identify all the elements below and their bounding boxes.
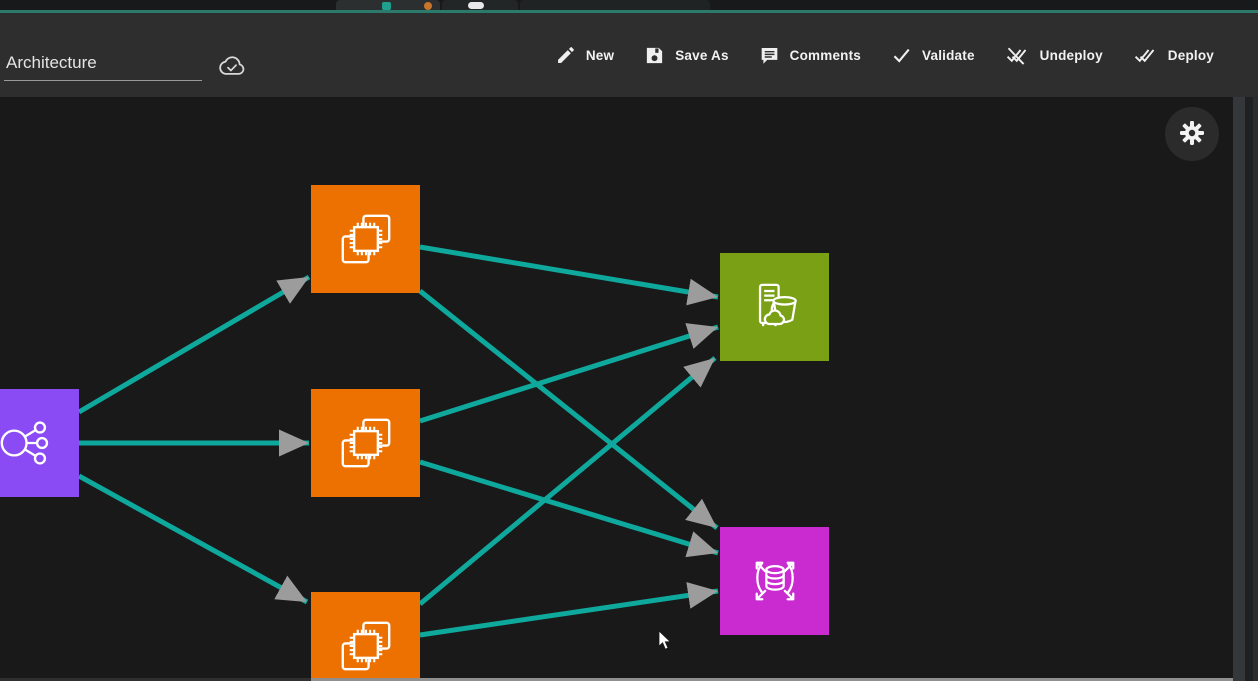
node-compute-1[interactable] (311, 185, 420, 293)
pencil-icon (555, 45, 576, 66)
edge-compute-1-storage[interactable] (420, 247, 718, 297)
save-as-button-label: Save As (675, 48, 728, 63)
browser-tab-strip (0, 0, 1258, 10)
compute-chip-icon (333, 613, 399, 678)
double-check-slash-icon (1005, 45, 1030, 66)
node-load-balancer[interactable] (0, 389, 79, 497)
diagram-title-input[interactable] (4, 51, 202, 81)
comments-button[interactable]: Comments (757, 39, 863, 72)
check-icon (891, 45, 912, 66)
compute-chip-icon (333, 410, 399, 476)
database-scale-icon (742, 548, 808, 614)
storage-bucket-icon (742, 274, 808, 340)
tab-icon (468, 2, 484, 9)
gear-icon (1179, 120, 1205, 149)
node-compute-2[interactable] (311, 389, 420, 497)
app-window: New Save As (0, 0, 1258, 681)
deploy-button-label: Deploy (1168, 48, 1214, 63)
node-database[interactable] (720, 527, 829, 635)
double-check-icon (1133, 45, 1158, 66)
validate-button[interactable]: Validate (889, 39, 977, 72)
deploy-button[interactable]: Deploy (1131, 39, 1216, 72)
app-favicon (382, 2, 391, 10)
browser-tab[interactable] (336, 0, 440, 10)
edges-layer (0, 97, 1233, 678)
comments-button-label: Comments (790, 48, 861, 63)
comment-icon (759, 45, 780, 66)
edge-compute-2-database[interactable] (420, 462, 718, 553)
save-icon (644, 45, 665, 66)
load-balancer-icon (0, 410, 58, 476)
edge-compute-3-storage[interactable] (420, 358, 715, 604)
node-compute-3[interactable] (311, 592, 420, 678)
edge-compute-3-database[interactable] (420, 591, 718, 635)
cloud-check-icon (216, 53, 247, 79)
node-storage[interactable] (720, 253, 829, 361)
undeploy-button[interactable]: Undeploy (1003, 39, 1105, 72)
compute-chip-icon (333, 206, 399, 272)
toolbar-actions: New Save As (553, 13, 1216, 97)
title-area (4, 51, 247, 81)
edge-load-balancer-compute-1[interactable] (79, 277, 309, 412)
browser-tab[interactable] (520, 0, 710, 10)
validate-button-label: Validate (922, 48, 975, 63)
save-as-button[interactable]: Save As (642, 39, 730, 72)
edge-load-balancer-compute-3[interactable] (79, 476, 307, 602)
mouse-cursor (658, 630, 672, 651)
tab-icon (424, 2, 432, 10)
vertical-scrollbar[interactable] (1233, 97, 1258, 681)
canvas-settings-button[interactable] (1165, 107, 1219, 161)
diagram-canvas[interactable] (0, 97, 1233, 678)
new-button-label: New (586, 48, 614, 63)
browser-tab[interactable] (442, 0, 518, 10)
toolbar-header: New Save As (0, 13, 1258, 97)
undeploy-button-label: Undeploy (1040, 48, 1103, 63)
new-button[interactable]: New (553, 39, 616, 72)
